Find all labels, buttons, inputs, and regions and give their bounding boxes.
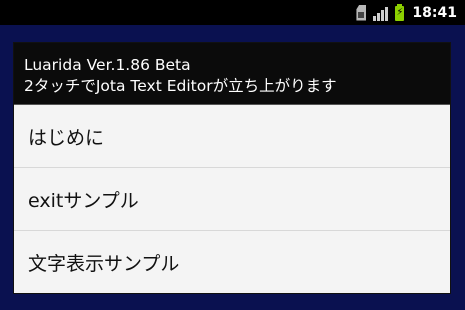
status-clock: 18:41 — [412, 4, 457, 21]
list-item-exit-sample[interactable]: exitサンプル — [14, 168, 450, 231]
dialog-title-line-2: 2タッチでJota Text Editorが立ち上がります — [24, 77, 337, 95]
signal-icon — [373, 5, 389, 21]
battery-charging-icon: ⚡ — [395, 4, 405, 21]
sim-card-icon — [355, 4, 367, 21]
dialog-title: Luarida Ver.1.86 Beta 2タッチでJota Text Edi… — [14, 43, 450, 105]
status-icons: ⚡ 18:41 — [355, 0, 465, 25]
list-item-text-display-sample[interactable]: 文字表示サンプル — [14, 231, 450, 293]
status-bar: ⚡ 18:41 — [0, 0, 465, 25]
app-selection-dialog: Luarida Ver.1.86 Beta 2タッチでJota Text Edi… — [13, 42, 451, 294]
dialog-list: はじめに exitサンプル 文字表示サンプル — [14, 105, 450, 293]
dialog-title-line-1: Luarida Ver.1.86 Beta — [24, 56, 191, 74]
list-item-hajimeni[interactable]: はじめに — [14, 105, 450, 168]
